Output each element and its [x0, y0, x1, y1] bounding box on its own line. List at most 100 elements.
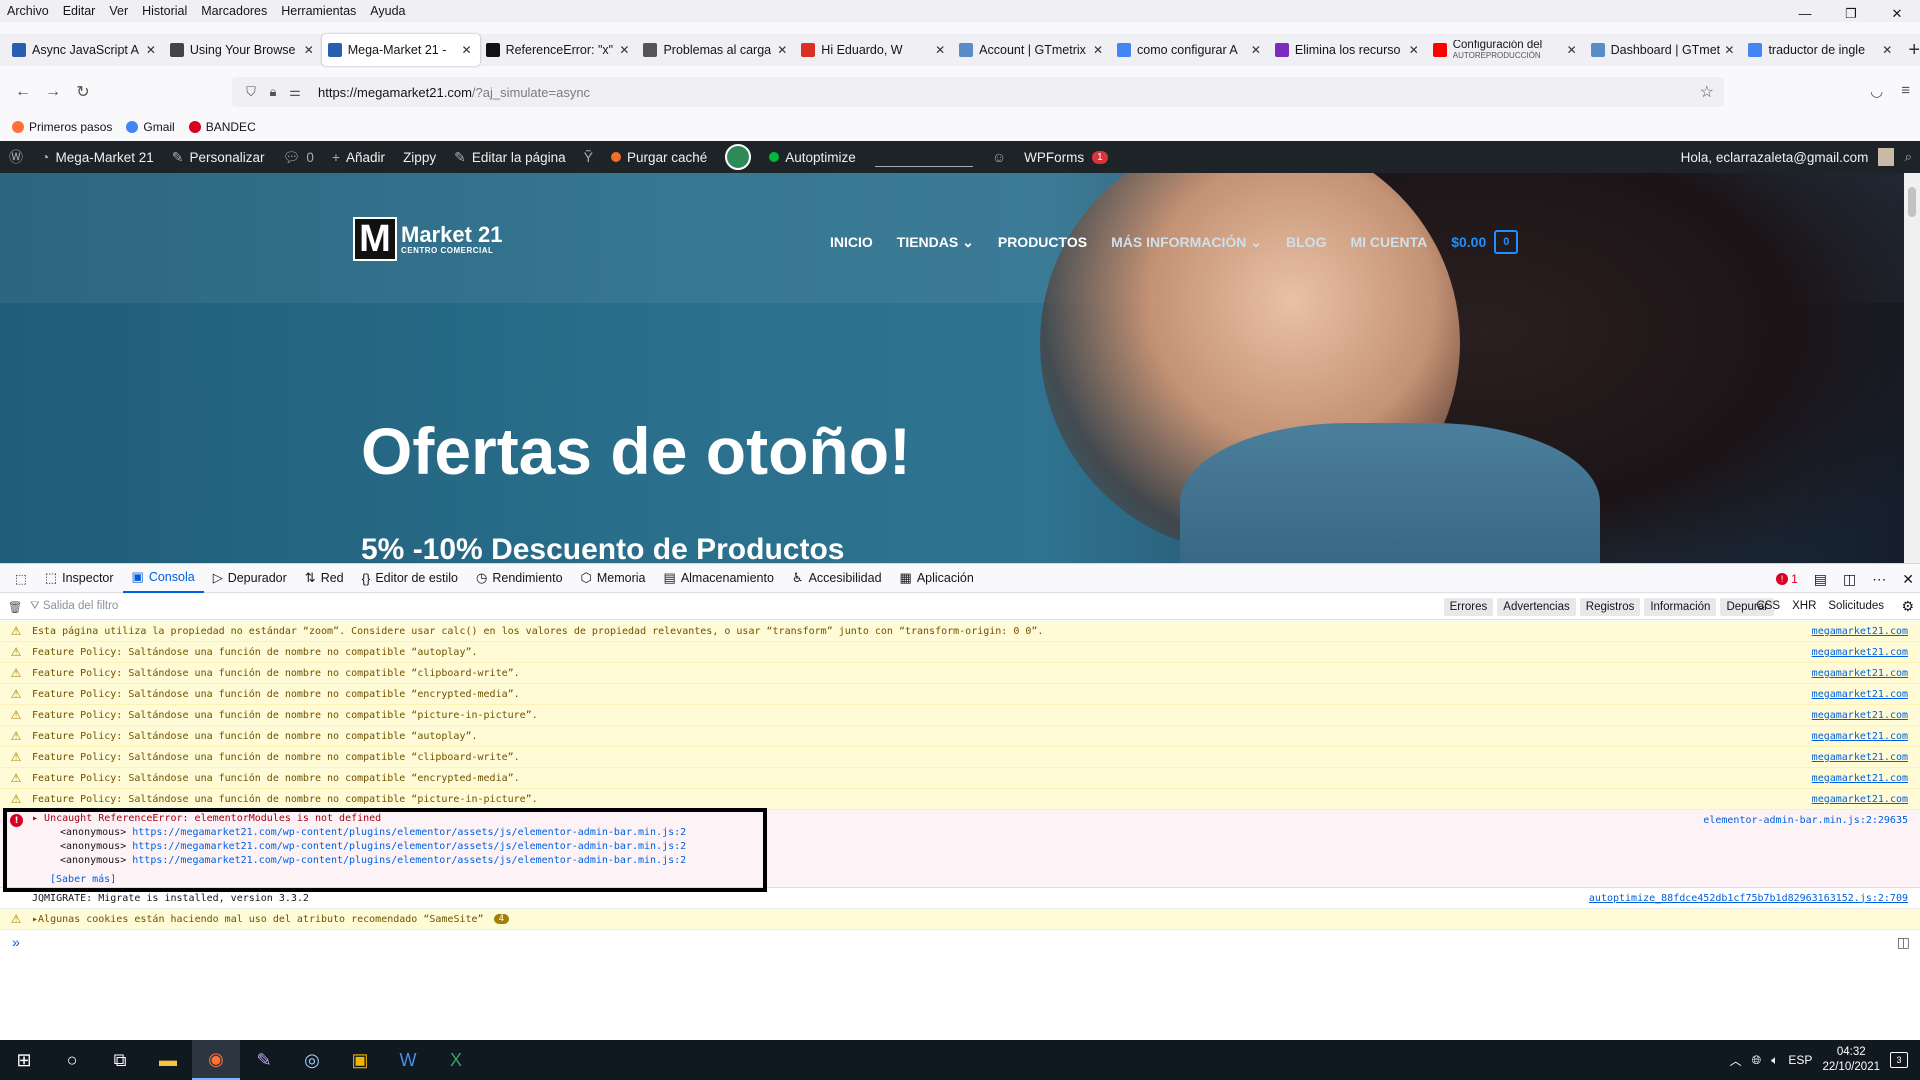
warning-source-link[interactable]: megamarket21.com — [1812, 794, 1908, 805]
devtools-tab[interactable]: ▷ Depurador — [204, 563, 296, 593]
menu-item[interactable]: Ayuda — [363, 4, 412, 18]
avatar[interactable] — [1878, 148, 1895, 166]
close-tab-icon[interactable]: ✕ — [775, 43, 789, 57]
warning-message[interactable]: ⚠ Feature Policy: Saltándose una función … — [0, 768, 1920, 789]
url-text[interactable]: https://megamarket21.com/?aj_simulate=as… — [318, 85, 590, 100]
bookmark-item[interactable]: Primeros pasos — [12, 120, 112, 134]
task-view-icon[interactable]: ⧉ — [96, 1040, 144, 1080]
cookie-warning[interactable]: ⚠ ▸ Algunas cookies están haciendo mal u… — [0, 909, 1920, 930]
filter-input[interactable]: ⛛ Salida del filtro — [30, 600, 118, 613]
log-level-filter[interactable]: Errores — [1443, 598, 1494, 616]
app-icon[interactable]: ◎ — [288, 1040, 336, 1080]
browser-tab[interactable]: Elimina los recurso ✕ — [1269, 34, 1427, 66]
new-tab-button[interactable]: + — [1908, 39, 1920, 62]
word-icon[interactable]: W — [384, 1040, 432, 1080]
site-logo[interactable]: M Market 21 CENTRO COMERCIAL — [353, 217, 503, 261]
editor-mode-icon[interactable]: ◫ — [1897, 934, 1910, 951]
chevron-up-icon[interactable]: ︿ — [1730, 1052, 1742, 1069]
yoast-icon[interactable]: Ỹ — [575, 141, 602, 173]
nav-tiendas[interactable]: TIENDAS ⌄ — [897, 234, 974, 251]
element-picker-icon[interactable]: ⬚ — [6, 563, 36, 593]
warning-source-link[interactable]: megamarket21.com — [1812, 626, 1908, 637]
warning-message[interactable]: ⚠ Esta página utiliza la propiedad no est… — [0, 621, 1920, 642]
nav-blog[interactable]: BLOG — [1286, 234, 1326, 250]
warning-message[interactable]: ⚠ Feature Policy: Saltándose una función … — [0, 663, 1920, 684]
menu-item[interactable]: Historial — [135, 4, 194, 18]
nav-mas-informacion[interactable]: MÁS INFORMACIÓN ⌄ — [1111, 234, 1262, 251]
clock[interactable]: 04:32 22/10/2021 — [1822, 1045, 1880, 1075]
menu-item[interactable]: Archivo — [0, 4, 56, 18]
browser-tab[interactable]: Mega-Market 21 - ✕ — [321, 34, 480, 66]
search-icon[interactable]: ⌕ — [1904, 149, 1912, 165]
request-filter[interactable]: XHR — [1792, 600, 1816, 612]
devtools-tab[interactable]: {} Editor de estilo — [353, 563, 467, 593]
warning-source-link[interactable]: megamarket21.com — [1812, 731, 1908, 742]
close-tab-icon[interactable]: ✕ — [1091, 43, 1105, 57]
warning-source-link[interactable]: megamarket21.com — [1812, 647, 1908, 658]
console-input[interactable]: » ◫ — [0, 930, 1920, 954]
performance-icon[interactable] — [716, 141, 760, 173]
excel-icon[interactable]: X — [432, 1040, 480, 1080]
network-icon[interactable]: 🌐︎ — [1752, 1053, 1762, 1068]
page-scrollbar[interactable] — [1904, 173, 1920, 563]
close-devtools-icon[interactable]: ✕ — [1902, 571, 1914, 588]
warning-source-link[interactable]: megamarket21.com — [1812, 689, 1908, 700]
language-indicator[interactable]: ESP — [1788, 1053, 1812, 1067]
close-tab-icon[interactable]: ✕ — [1249, 43, 1263, 57]
menu-item[interactable]: Ver — [102, 4, 135, 18]
request-filter[interactable]: CSS — [1756, 600, 1780, 612]
cart-button[interactable]: $0.00 0 — [1451, 230, 1519, 254]
outlook-icon[interactable]: ▣ — [336, 1040, 384, 1080]
error-count-badge[interactable]: ! 1 — [1776, 572, 1798, 586]
log-level-filter[interactable]: Advertencias — [1497, 598, 1576, 616]
scrollbar-thumb[interactable] — [1908, 187, 1916, 217]
wp-wpforms-link[interactable]: WPForms 1 — [1015, 141, 1117, 173]
log-source-link[interactable]: autoptimize_88fdce452db1cf75b7b1d8296316… — [1589, 893, 1908, 904]
wordpress-logo-icon[interactable]: Ⓦ — [0, 141, 32, 173]
nav-productos[interactable]: PRODUCTOS — [998, 234, 1087, 250]
close-tab-icon[interactable]: ✕ — [1407, 43, 1421, 57]
shield-icon[interactable]: ⛉ — [240, 84, 262, 100]
wp-autoptimize-link[interactable]: Autoptimize — [760, 141, 865, 173]
wp-account-greeting[interactable]: Hola, eclarrazaleta@gmail.com — [1681, 150, 1869, 165]
browser-tab[interactable]: ReferenceError: "x" ✕ — [480, 34, 638, 66]
warning-message[interactable]: ⚠ Feature Policy: Saltándose una función … — [0, 747, 1920, 768]
wp-edit-page-link[interactable]: ✎ Editar la página — [445, 141, 575, 173]
search-icon[interactable]: ○ — [48, 1040, 96, 1080]
close-tab-icon[interactable]: ✕ — [1880, 43, 1894, 57]
browser-tab[interactable]: Configuración del AUTOREPRODUCCIÓN ✕ — [1427, 34, 1585, 66]
reload-icon[interactable]: ↻ — [68, 82, 98, 102]
error-source-link[interactable]: elementor-admin-bar.min.js:2:29635 — [1703, 815, 1908, 826]
lock-icon[interactable]: 🔒︎ — [262, 84, 284, 100]
log-level-filter[interactable]: Registros — [1579, 598, 1641, 616]
devtools-tab[interactable]: ⇅ Red — [296, 563, 353, 593]
close-tab-icon[interactable]: ✕ — [1565, 43, 1579, 57]
forward-icon[interactable]: → — [38, 83, 68, 101]
browser-tab[interactable]: Async JavaScript A ✕ — [6, 34, 164, 66]
wp-customize-link[interactable]: ✎ Personalizar — [163, 141, 274, 173]
close-tab-icon[interactable]: ✕ — [933, 43, 947, 57]
devtools-tab[interactable]: ⬡ Memoria — [572, 563, 655, 593]
bookmark-item[interactable]: Gmail — [126, 120, 175, 134]
firefox-icon[interactable]: ◉ — [192, 1040, 240, 1080]
start-icon[interactable]: ⊞ — [0, 1040, 48, 1080]
warning-source-link[interactable]: megamarket21.com — [1812, 752, 1908, 763]
menu-item[interactable]: Marcadores — [194, 4, 274, 18]
devtools-tab[interactable]: ⬚ Inspector — [36, 563, 123, 593]
close-tab-icon[interactable]: ✕ — [460, 43, 474, 57]
warning-message[interactable]: ⚠ Feature Policy: Saltándose una función … — [0, 684, 1920, 705]
browser-tab[interactable]: Account | GTmetrix ✕ — [953, 34, 1111, 66]
file-explorer-icon[interactable]: ▬ — [144, 1040, 192, 1080]
nav-mi-cuenta[interactable]: MI CUENTA — [1350, 234, 1427, 250]
minimize-button[interactable]: — — [1782, 0, 1828, 28]
menu-item[interactable]: Herramientas — [274, 4, 363, 18]
devtools-tab[interactable]: ◷ Rendimiento — [467, 563, 572, 593]
warning-source-link[interactable]: megamarket21.com — [1812, 710, 1908, 721]
nav-inicio[interactable]: INICIO — [830, 234, 873, 250]
dock-icon[interactable]: ◫ — [1843, 571, 1856, 588]
browser-tab[interactable]: como configurar A ✕ — [1111, 34, 1269, 66]
close-tab-icon[interactable]: ✕ — [1722, 43, 1736, 57]
permissions-icon[interactable]: ⚌ — [284, 84, 306, 100]
devtools-tab[interactable]: ▣ Consola — [122, 563, 204, 593]
menu-item[interactable]: Editar — [56, 4, 103, 18]
